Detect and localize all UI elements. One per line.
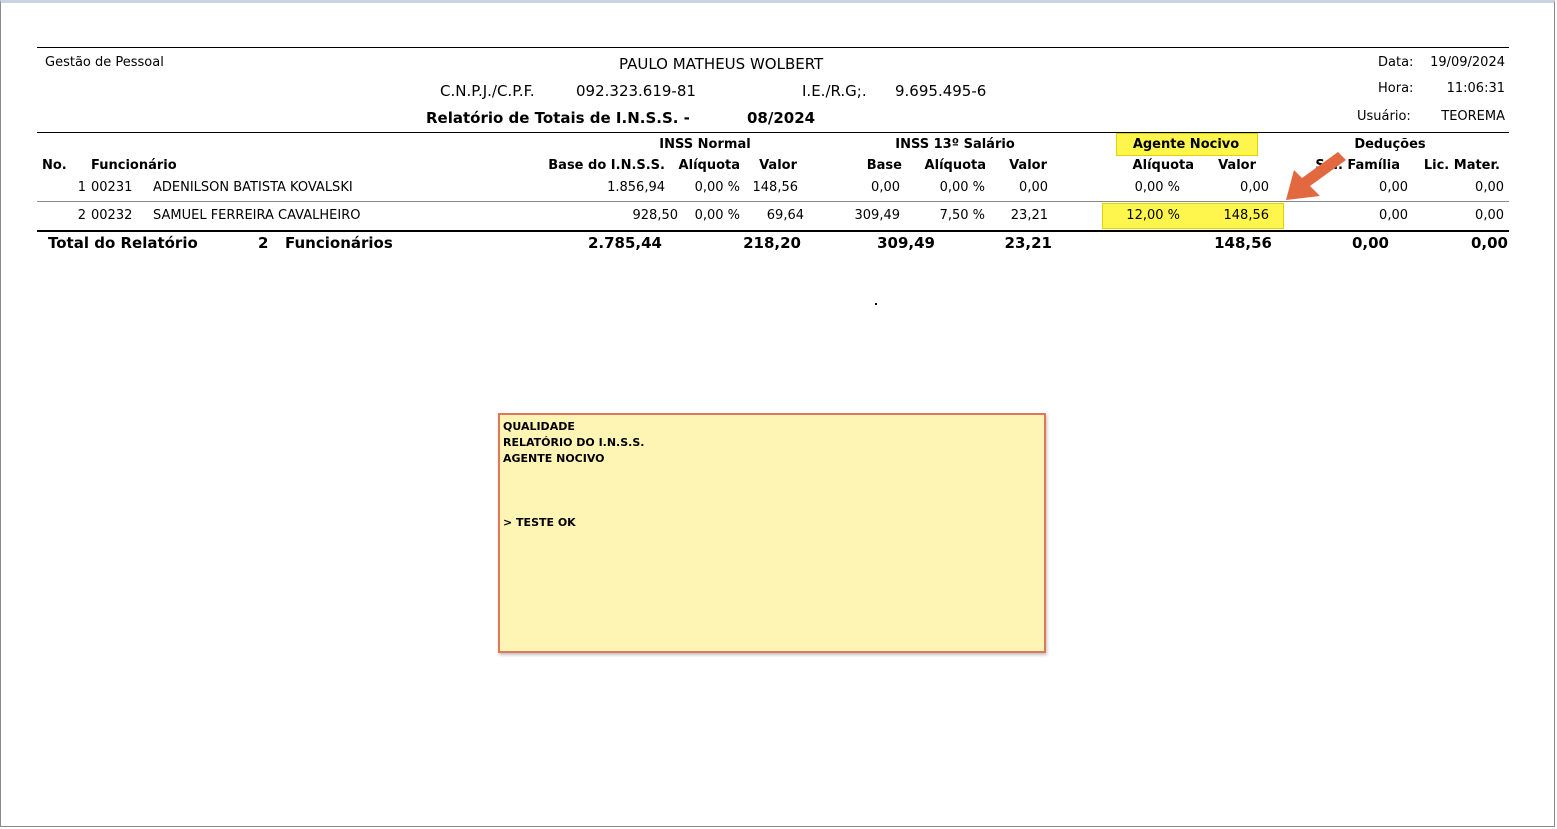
row-base-13: 0,00 — [871, 180, 900, 195]
ie-label: I.E./R.G;. — [802, 82, 867, 100]
row-valor-an: 148,56 — [1223, 208, 1270, 223]
col-base-13: Base — [866, 158, 902, 173]
totals-lic-mater: 0,00 — [1470, 234, 1508, 252]
totals-count-label: Funcionários — [285, 234, 393, 252]
col-aliquota-an: Alíquota — [1132, 158, 1194, 173]
row-valor-13: 23,21 — [1010, 208, 1048, 223]
note-line: QUALIDADE — [503, 420, 575, 433]
row-nome: SAMUEL FERREIRA CAVALHEIRO — [153, 208, 361, 223]
totals-valor-an: 148,56 — [1214, 234, 1272, 252]
row-aliquota-an: 12,00 % — [1126, 208, 1180, 223]
col-valor-13: Valor — [1009, 158, 1047, 173]
totals-sal-familia: 0,00 — [1351, 234, 1389, 252]
report-title: Relatório de Totais de I.N.S.S. - — [426, 109, 690, 127]
note-line — [503, 483, 1041, 499]
note-line — [503, 499, 1041, 515]
col-funcionario: Funcionário — [91, 158, 177, 173]
note-box: QUALIDADE RELATÓRIO DO I.N.S.S. AGENTE N… — [498, 413, 1046, 653]
group-agente-nocivo: Agente Nocivo — [1132, 137, 1240, 152]
cnpj-value: 092.323.619-81 — [576, 82, 696, 100]
row-aliquota-13: 7,50 % — [939, 208, 985, 223]
note-line: AGENTE NOCIVO — [503, 452, 605, 465]
header-top-rule — [37, 47, 1509, 48]
col-no: No. — [42, 158, 67, 173]
totals-valor-13: 23,21 — [1004, 234, 1052, 252]
row-sal-familia: 0,00 — [1379, 208, 1408, 223]
row-codigo: 00232 — [91, 208, 133, 223]
report-period: 08/2024 — [747, 109, 816, 127]
row-base-13: 309,49 — [854, 208, 901, 223]
arrow-icon — [1286, 152, 1346, 200]
totals-count: 2 — [258, 234, 269, 252]
totals-label: Total do Relatório — [48, 234, 198, 252]
row-valor-an: 0,00 — [1240, 180, 1269, 195]
cnpj-label: C.N.P.J./C.P.F. — [440, 82, 535, 100]
col-aliquota: Alíquota — [678, 158, 740, 173]
col-base-inss: Base do I.N.S.S. — [548, 158, 665, 173]
note-line: RELATÓRIO DO I.N.S.S. — [503, 436, 645, 449]
row-base: 1.856,94 — [607, 180, 665, 195]
row-no: 2 — [77, 208, 86, 223]
totals-valor: 218,20 — [743, 234, 801, 252]
row-valor: 69,64 — [766, 208, 804, 223]
row-base: 928,50 — [632, 208, 679, 223]
group-inss-13: INSS 13º Salário — [895, 137, 1015, 152]
totals-rule — [37, 230, 1509, 232]
row-aliquota: 0,00 % — [694, 208, 740, 223]
row-lic-mater: 0,00 — [1475, 208, 1504, 223]
row-no: 1 — [77, 180, 86, 195]
row-codigo: 00231 — [91, 180, 133, 195]
company-name: PAULO MATHEUS WOLBERT — [619, 55, 824, 73]
date-value: 19/09/2024 — [1430, 55, 1505, 70]
row-lic-mater: 0,00 — [1475, 180, 1504, 195]
ie-value: 9.695.495-6 — [895, 82, 987, 100]
row-valor: 148,56 — [752, 180, 799, 195]
date-label: Data: — [1378, 55, 1414, 70]
note-line — [503, 467, 1041, 483]
time-value: 11:06:31 — [1446, 81, 1505, 96]
row-aliquota: 0,00 % — [694, 180, 740, 195]
user-label: Usuário: — [1357, 109, 1411, 124]
time-label: Hora: — [1378, 81, 1414, 96]
col-lic-mater: Lic. Mater. — [1423, 158, 1500, 173]
col-aliquota-13: Alíquota — [924, 158, 986, 173]
note-line: > TESTE OK — [503, 516, 576, 529]
totals-base-13: 309,49 — [877, 234, 935, 252]
module-name: Gestão de Pessoal — [45, 55, 164, 70]
group-inss-normal: INSS Normal — [659, 137, 751, 152]
col-valor-an: Valor — [1218, 158, 1256, 173]
col-valor: Valor — [759, 158, 797, 173]
row-nome: ADENILSON BATISTA KOVALSKI — [153, 180, 353, 195]
header-bottom-rule — [37, 132, 1509, 133]
stray-dot — [875, 303, 877, 305]
user-value: TEOREMA — [1441, 109, 1505, 124]
totals-base: 2.785,44 — [587, 234, 662, 252]
row-aliquota-13: 0,00 % — [939, 180, 985, 195]
row-aliquota-an: 0,00 % — [1134, 180, 1180, 195]
row-valor-13: 0,00 — [1019, 180, 1048, 195]
